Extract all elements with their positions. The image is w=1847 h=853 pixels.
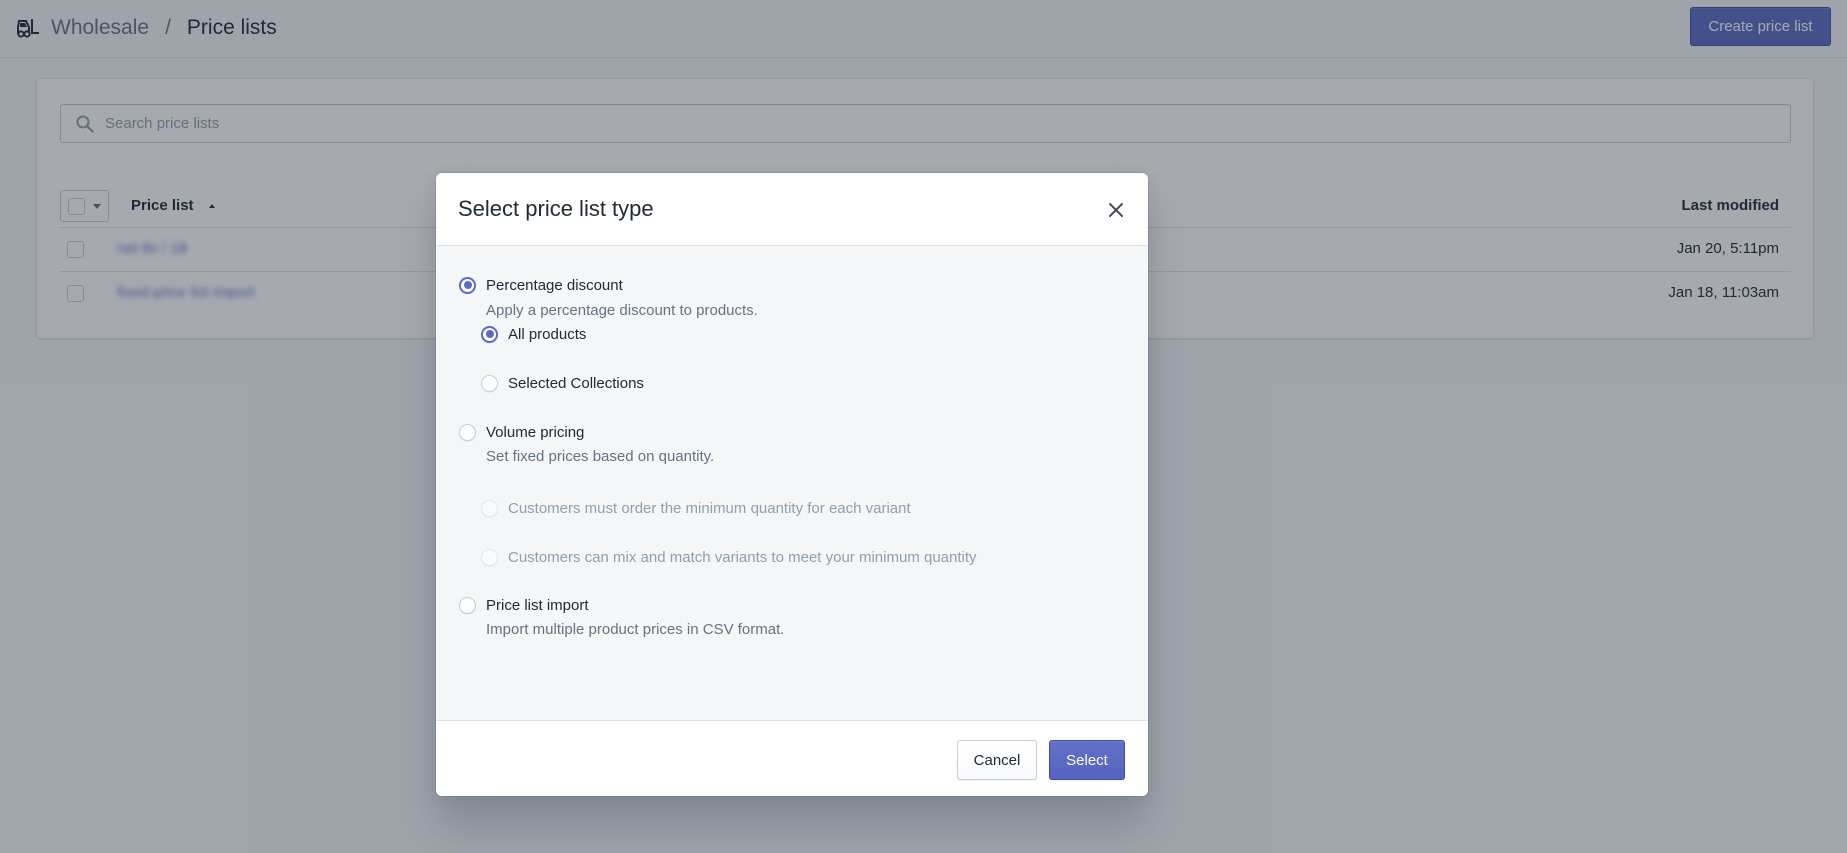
option-volume-pricing[interactable]: Volume pricing <box>459 421 584 443</box>
modal-footer: Cancel Select <box>436 720 1148 796</box>
radio-percentage-discount[interactable] <box>459 276 476 294</box>
option-price-list-import[interactable]: Price list import <box>459 594 589 616</box>
option-description: Set fixed prices based on quantity. <box>486 448 715 465</box>
radio-mix-and-match <box>481 548 498 566</box>
suboption-all-products[interactable]: All products <box>481 323 586 345</box>
suboption-label: Customers must order the minimum quantit… <box>508 499 911 517</box>
option-label: Percentage discount <box>486 276 623 294</box>
modal-title: Select price list type <box>458 196 654 221</box>
suboption-label: All products <box>508 325 587 343</box>
radio-minimum-each-variant <box>481 499 498 517</box>
option-label: Price list import <box>486 596 589 614</box>
close-icon[interactable] <box>1108 202 1124 218</box>
suboption-label: Customers can mix and match variants to … <box>508 548 977 566</box>
option-description: Apply a percentage discount to products. <box>486 302 758 319</box>
option-label: Volume pricing <box>486 423 585 441</box>
suboption-mix-and-match: Customers can mix and match variants to … <box>481 546 977 568</box>
option-description: Import multiple product prices in CSV fo… <box>486 621 785 638</box>
select-price-list-type-modal: Select price list type Percentage discou… <box>436 173 1148 796</box>
suboption-selected-collections[interactable]: Selected Collections <box>481 372 644 394</box>
cancel-button[interactable]: Cancel <box>957 740 1037 780</box>
select-button[interactable]: Select <box>1049 740 1125 780</box>
radio-all-products[interactable] <box>481 325 498 343</box>
radio-price-list-import[interactable] <box>459 596 476 614</box>
radio-volume-pricing[interactable] <box>459 423 476 441</box>
modal-header: Select price list type <box>436 173 1148 246</box>
modal-body: Percentage discount Apply a percentage d… <box>436 246 1148 720</box>
radio-selected-collections[interactable] <box>481 374 498 392</box>
suboption-minimum-each-variant: Customers must order the minimum quantit… <box>481 497 911 519</box>
option-percentage-discount[interactable]: Percentage discount <box>459 274 623 296</box>
close-button[interactable] <box>1104 198 1128 222</box>
suboption-label: Selected Collections <box>508 374 644 392</box>
